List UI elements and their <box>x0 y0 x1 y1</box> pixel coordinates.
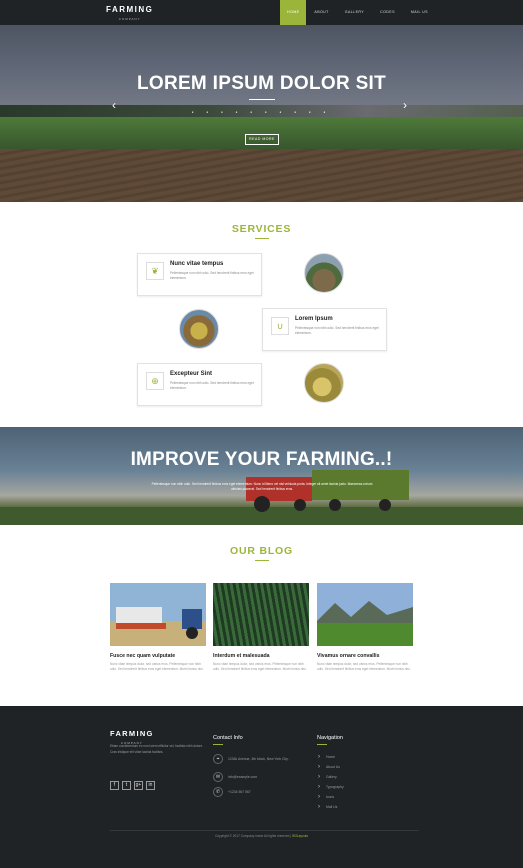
plus-icon: ⊕ <box>146 372 164 390</box>
location-icon: ⌖ <box>213 754 223 764</box>
footer-nav-mail-us[interactable]: Mail Us <box>318 802 344 812</box>
mail-icon: ✉ <box>213 772 223 782</box>
footer: FARMING COMPANY Etiam condimentum ex non… <box>0 706 523 868</box>
navigation-heading: Navigation <box>317 735 343 741</box>
brand-name: FARMING <box>106 5 154 14</box>
contact-heading-line <box>213 744 223 745</box>
blog-post-text: Nunc vitae tempus dolor, sed varius eros… <box>317 662 411 671</box>
read-more-button[interactable]: READ MORE <box>245 134 279 145</box>
chevron-left-icon[interactable]: ‹ <box>112 99 116 111</box>
service-text: Pellentesque non nibh odio. Sed hendreri… <box>170 271 254 280</box>
copyright-text: Copyright © 2017 Company name All rights… <box>214 834 292 838</box>
contact-row-email: ✉ info@example.com <box>213 772 257 782</box>
blog-post[interactable]: Fusce nec quam vulputate Nunc vitae temp… <box>110 583 206 672</box>
brand-logo[interactable]: FARMING COMPANY <box>106 6 153 23</box>
google-plus-icon[interactable]: g+ <box>134 781 143 790</box>
magnet-icon: ∪ <box>271 317 289 335</box>
page: FARMING COMPANY HOME ABOUT GALLERY CODES… <box>0 0 523 868</box>
slider-dots[interactable]: ● ● ● ● ● ● ● ● ● ● <box>170 110 353 114</box>
contact-info-heading: Contact Info <box>213 735 243 741</box>
nav-item-gallery[interactable]: GALLERY <box>337 0 372 25</box>
hero-image-soil <box>0 149 523 202</box>
hero-title: LOREM IPSUM DOLOR SIT <box>136 73 387 94</box>
service-image-tractor <box>304 253 344 293</box>
footer-description: Etiam condimentum ex non lorem efficitur… <box>110 744 204 754</box>
service-card[interactable]: ∪ Lorem Ipsum Pellentesque non nibh odio… <box>262 308 387 351</box>
contact-email[interactable]: info@example.com <box>228 775 257 779</box>
service-image-hay <box>304 363 344 403</box>
navigation-heading-line <box>317 744 327 745</box>
blog-post[interactable]: Interdum et malesuada Nunc vitae tempus … <box>213 583 309 672</box>
blog-post-text: Nunc vitae tempus dolor, sed varius eros… <box>213 662 307 671</box>
service-card[interactable]: ⊕ Excepteur Sint Pellentesque non nibh o… <box>137 363 262 406</box>
blog-image-hills[interactable] <box>317 583 413 646</box>
blog-title: OUR BLOG <box>230 545 293 557</box>
service-title: Nunc vitae tempus <box>170 261 224 267</box>
hero-divider <box>249 99 275 100</box>
nav-item-mail-us[interactable]: MAIL US <box>403 0 436 25</box>
footer-nav-gallery[interactable]: Gallery <box>318 772 344 782</box>
hero-slider: LOREM IPSUM DOLOR SIT ● ● ● ● ● ● ● ● ● … <box>0 25 523 202</box>
footer-brand-name: FARMING <box>110 729 154 738</box>
services-divider <box>255 238 269 239</box>
footer-navigation: Home About Us Gallery Typography Icons M… <box>318 752 344 812</box>
footer-nav-home[interactable]: Home <box>318 752 344 762</box>
phone-icon: ✆ <box>213 787 223 797</box>
nav-item-about[interactable]: ABOUT <box>306 0 336 25</box>
top-navbar: FARMING COMPANY HOME ABOUT GALLERY CODES… <box>0 0 523 25</box>
footer-nav-about-us[interactable]: About Us <box>318 762 344 772</box>
service-text: Pellentesque non nibh odio. Sed hendreri… <box>295 326 379 335</box>
service-title: Excepteur Sint <box>170 371 213 377</box>
blog-image-harvester[interactable] <box>110 583 206 646</box>
footer-nav-icons[interactable]: Icons <box>318 792 344 802</box>
footer-nav-typography[interactable]: Typography <box>318 782 344 792</box>
linkedin-icon[interactable]: in <box>146 781 155 790</box>
copyright-link[interactable]: W3Layouts <box>292 834 308 838</box>
blog-divider <box>255 560 269 561</box>
service-text: Pellentesque non nibh odio. Sed hendreri… <box>170 381 254 390</box>
service-card[interactable]: ❦ Nunc vitae tempus Pellentesque non nib… <box>137 253 262 296</box>
nav-item-codes[interactable]: CODES <box>372 0 403 25</box>
footer-divider <box>110 830 419 831</box>
contact-row-address: ⌖ 1234k Avenue, 4th block, New York City… <box>213 754 289 764</box>
banner-title: IMPROVE YOUR FARMING..! <box>130 449 393 470</box>
services-title: SERVICES <box>231 223 292 235</box>
copyright: Copyright © 2017 Company name All rights… <box>0 834 523 838</box>
blog-post-text: Nunc vitae tempus dolor, sed varius eros… <box>110 662 204 671</box>
banner-text: Pellentesque non nibh odio. Sed hendreri… <box>151 482 373 491</box>
contact-address: 1234k Avenue, 4th block, New York City. <box>228 757 289 761</box>
brand-tagline: COMPANY <box>118 17 141 21</box>
service-title: Lorem Ipsum <box>295 316 333 322</box>
chevron-right-icon[interactable]: › <box>403 99 407 111</box>
leaf-icon: ❦ <box>146 262 164 280</box>
improve-banner: IMPROVE YOUR FARMING..! Pellentesque non… <box>0 427 523 525</box>
banner-tractor-image <box>0 470 523 525</box>
blog-post[interactable]: Vivamus ornare convallis Nunc vitae temp… <box>317 583 413 672</box>
social-links: f t g+ in <box>110 781 155 790</box>
facebook-icon[interactable]: f <box>110 781 119 790</box>
service-image-harvester <box>179 309 219 349</box>
main-menu: HOME ABOUT GALLERY CODES MAIL US <box>280 0 436 25</box>
blog-post-title[interactable]: Fusce nec quam vulputate <box>110 653 206 659</box>
blog-post-title[interactable]: Vivamus ornare convallis <box>317 653 413 659</box>
blog-image-crops[interactable] <box>213 583 309 646</box>
contact-phone: +1234 567 567 <box>228 790 251 794</box>
contact-row-phone: ✆ +1234 567 567 <box>213 787 251 797</box>
blog-post-title[interactable]: Interdum et malesuada <box>213 653 309 659</box>
nav-item-home[interactable]: HOME <box>280 0 307 25</box>
twitter-icon[interactable]: t <box>122 781 131 790</box>
